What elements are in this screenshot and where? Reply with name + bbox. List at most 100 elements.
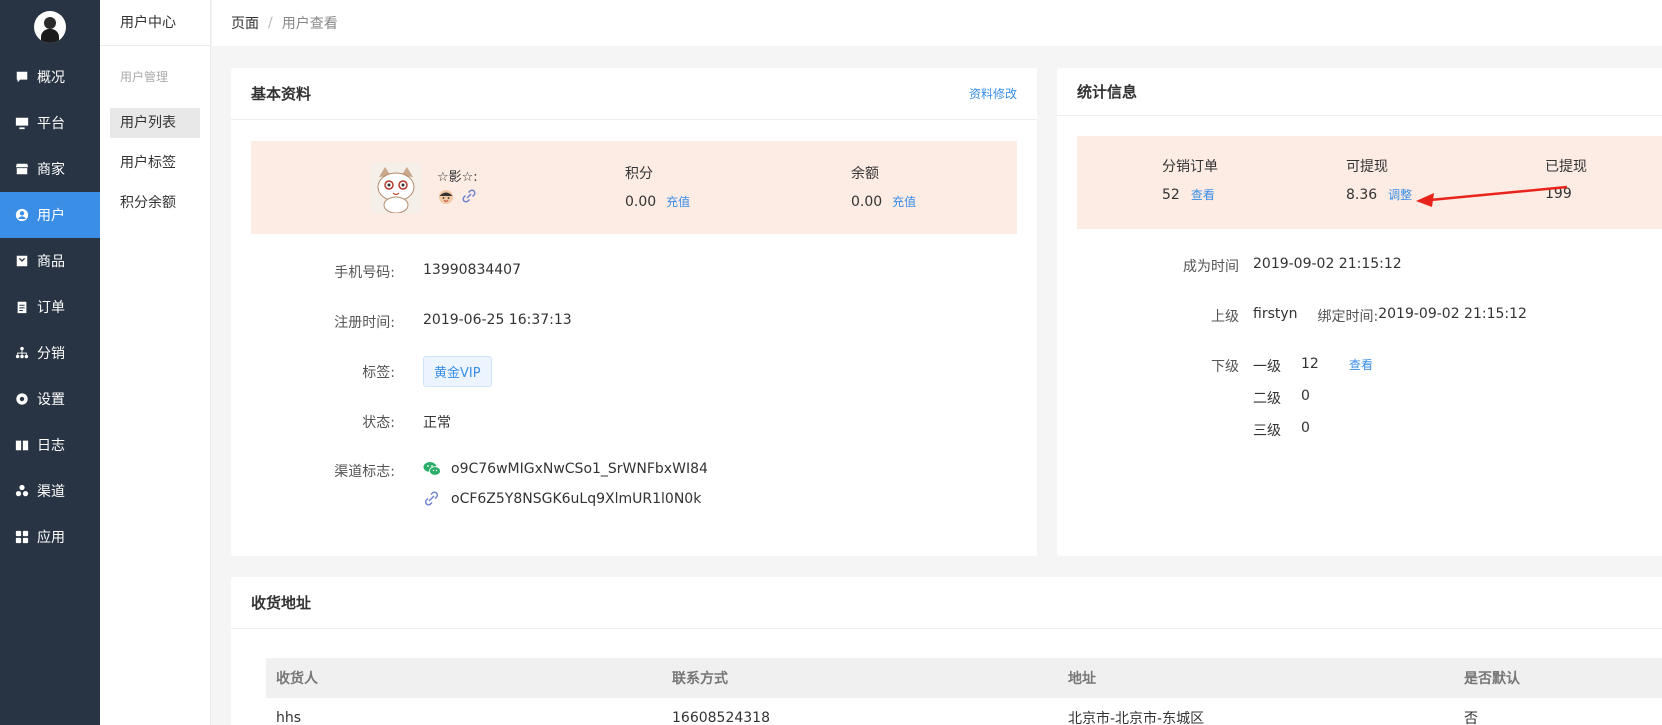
- card-title: 统计信息: [1077, 83, 1138, 101]
- sidebar-item-label: 商品: [37, 254, 65, 270]
- sidebar-item-goods[interactable]: 商品: [0, 238, 100, 284]
- phone-label: 手机号码:: [334, 265, 395, 281]
- cell-address: 北京市-北京市-东城区: [1068, 711, 1205, 725]
- table-row: hhs 16608524318 北京市-北京市-东城区 否: [266, 698, 1662, 725]
- balance-value: 0.00: [851, 194, 883, 210]
- status-label: 状态:: [362, 415, 395, 431]
- user-avatar-image: [371, 163, 421, 213]
- card-title: 收货地址: [251, 594, 312, 612]
- stats-summary: 分销订单 52 查看 可提现 8.36 调整 已提现 199: [1077, 136, 1662, 229]
- avatar-wrap: [0, 0, 100, 54]
- became-time-value: 2019-09-02 21:15:12: [1253, 256, 1402, 272]
- avatar[interactable]: [34, 11, 66, 43]
- sidebar-item-user[interactable]: 用户: [0, 192, 100, 238]
- card-header: 收货地址: [231, 577, 1662, 629]
- sidebar-item-platform[interactable]: 平台: [0, 100, 100, 146]
- column-header-address: 地址: [1068, 671, 1096, 687]
- subnav-title: 用户中心: [100, 0, 210, 46]
- withdrawable-block: 可提现 8.36 调整: [1346, 156, 1412, 203]
- withdrawable-label: 可提现: [1346, 159, 1388, 175]
- children-row: 下级 一级 12 查看 二级 0 三级 0: [1057, 356, 1373, 452]
- status-row: 状态: 正常: [231, 412, 451, 432]
- clipboard-icon: [15, 300, 29, 314]
- distribution-orders-block: 分销订单 52 查看: [1162, 156, 1218, 203]
- wechat-openid: o9C76wMIGxNwCSo1_SrWNFbxWI84: [451, 461, 708, 477]
- register-time-value: 2019-06-25 16:37:13: [423, 312, 572, 328]
- children-levels: 一级 12 查看 二级 0 三级 0: [1253, 356, 1373, 452]
- sidebar-item-merchant[interactable]: 商家: [0, 146, 100, 192]
- balance-label: 余额: [851, 166, 879, 182]
- profile-summary: ☆影☆: 积分 0.00 充值 余额 0.00 充值: [251, 141, 1017, 234]
- channel-values: o9C76wMIGxNwCSo1_SrWNFbxWI84 oCF6Z5Y8NSG…: [423, 461, 708, 521]
- adjust-link[interactable]: 调整: [1388, 188, 1412, 202]
- column-header-default: 是否默认: [1464, 671, 1520, 687]
- sidebar-item-logs[interactable]: 日志: [0, 422, 100, 468]
- became-time-row: 成为时间 2019-09-02 21:15:12: [1057, 256, 1402, 276]
- bind-time-label: 绑定时间:: [1317, 309, 1379, 325]
- sidebar-item-label: 订单: [37, 300, 65, 316]
- cluster-icon: [15, 484, 29, 498]
- sidebar-item-channels[interactable]: 渠道: [0, 468, 100, 514]
- edit-profile-link[interactable]: 资料修改: [969, 85, 1017, 102]
- points-value: 0.00: [625, 194, 657, 210]
- user-icon: [15, 208, 29, 222]
- parent-label: 上级: [1211, 309, 1239, 325]
- tag-row: 标签: 黄金VIP: [231, 356, 492, 387]
- sidebar-item-overview[interactable]: 概况: [0, 54, 100, 100]
- view-orders-link[interactable]: 查看: [1191, 188, 1215, 202]
- user-nickname: ☆影☆:: [437, 170, 478, 185]
- breadcrumb-current: 用户查看: [281, 16, 338, 32]
- distribution-orders-label: 分销订单: [1162, 159, 1218, 175]
- address-card: 收货地址 收货人 联系方式 地址 是否默认 hhs 16608524318 北京…: [231, 577, 1662, 725]
- org-icon: [15, 346, 29, 360]
- link-icon: [462, 189, 476, 203]
- children-label: 下级: [1211, 359, 1239, 375]
- basic-info-card: 基本资料 资料修改 ☆影☆: 积分 0.00 充值 余额 0.00 充值 手机号…: [231, 68, 1037, 556]
- cell-contact: 16608524318: [672, 710, 770, 725]
- sidebar-item-label: 渠道: [37, 484, 65, 500]
- book-icon: [15, 438, 29, 452]
- subnav-item-user-tags[interactable]: 用户标签: [110, 148, 200, 178]
- sidebar-item-label: 平台: [37, 116, 65, 132]
- cell-receiver: hhs: [276, 710, 302, 725]
- grid-icon: [15, 530, 29, 544]
- balance-recharge-link[interactable]: 充值: [892, 195, 916, 209]
- subnav-item-points-balance[interactable]: 积分余额: [110, 188, 200, 218]
- card-title: 基本资料: [251, 85, 312, 103]
- channel-row: 渠道标志: o9C76wMIGxNwCSo1_SrWNFbxWI84 oCF6Z…: [231, 461, 708, 521]
- view-level1-link[interactable]: 查看: [1349, 356, 1373, 388]
- status-value: 正常: [423, 415, 451, 431]
- sidebar-item-apps[interactable]: 应用: [0, 514, 100, 560]
- subnav-group-label: 用户管理: [120, 70, 169, 84]
- sidebar-item-orders[interactable]: 订单: [0, 284, 100, 330]
- link-openid: oCF6Z5Y8NSGK6uLq9XlmUR1l0N0k: [451, 491, 702, 507]
- breadcrumb-separator: /: [268, 15, 273, 31]
- sidebar-item-label: 设置: [37, 392, 65, 408]
- withdrawable-value: 8.36: [1346, 187, 1378, 203]
- breadcrumb-root[interactable]: 页面: [231, 13, 259, 33]
- table-header: 收货人 联系方式 地址 是否默认: [266, 658, 1662, 698]
- distribution-orders-value: 52: [1162, 187, 1180, 203]
- register-time-label: 注册时间:: [334, 315, 395, 331]
- became-time-label: 成为时间: [1183, 259, 1239, 275]
- sidebar-item-label: 日志: [37, 438, 65, 454]
- register-time-row: 注册时间: 2019-06-25 16:37:13: [231, 312, 572, 332]
- face-badge-icon: [439, 190, 453, 204]
- card-header: 统计信息: [1057, 68, 1662, 116]
- sidebar-item-settings[interactable]: 设置: [0, 376, 100, 422]
- level3-label: 三级: [1253, 423, 1281, 439]
- level3-value: 0: [1301, 420, 1310, 436]
- tag-badge: 黄金VIP: [423, 356, 492, 387]
- sidebar-item-label: 用户: [37, 208, 65, 224]
- points-label: 积分: [625, 166, 653, 182]
- sidebar-item-label: 商家: [37, 162, 65, 178]
- subnav-item-user-list[interactable]: 用户列表: [110, 108, 200, 138]
- sidebar-item-label: 概况: [37, 70, 65, 86]
- channel-label: 渠道标志:: [334, 464, 395, 480]
- level1-label: 一级: [1253, 359, 1281, 375]
- wechat-icon: [423, 462, 441, 476]
- column-header-receiver: 收货人: [276, 671, 318, 687]
- points-recharge-link[interactable]: 充值: [666, 195, 690, 209]
- sidebar-item-distribution[interactable]: 分销: [0, 330, 100, 376]
- bag-icon: [15, 254, 29, 268]
